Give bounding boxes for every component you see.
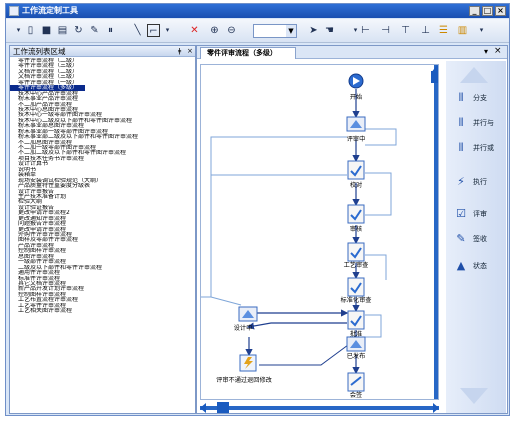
review-icon: ☑: [456, 207, 466, 220]
audit-node[interactable]: [347, 204, 365, 224]
scrollbar-track: [200, 402, 439, 413]
pencil-icon[interactable]: ✎: [88, 24, 101, 37]
tool-button-review[interactable]: ☑ 评审: [450, 204, 502, 224]
node-label: 审核: [349, 226, 363, 233]
window-title: 工作流定制工具: [22, 6, 78, 15]
design-node[interactable]: [238, 306, 258, 322]
node-label: 设计中: [233, 325, 253, 332]
delete-icon[interactable]: ✕: [188, 24, 201, 37]
workflow-list-item[interactable]: 工艺相关图评审流程: [10, 308, 195, 313]
tool-button-execute[interactable]: ⚡ 执行: [450, 172, 502, 192]
node-label: 批准: [349, 331, 363, 338]
process-review-node[interactable]: [347, 242, 365, 262]
zoom-in-icon[interactable]: ⊕: [208, 24, 221, 37]
check-node[interactable]: [347, 160, 365, 180]
tool-button-label: 分支: [473, 94, 487, 102]
close-button[interactable]: ×: [495, 6, 506, 16]
tab-close-icon[interactable]: ×: [494, 46, 502, 56]
align-left-icon[interactable]: ⊢: [359, 24, 372, 37]
tab-bar: 零件评审流程（多级） ▾ ×: [197, 46, 507, 59]
tool-button-sign[interactable]: ✎ 签收: [450, 229, 502, 249]
node-label: 评审中: [346, 136, 366, 143]
tool-button-label: 执行: [473, 178, 487, 186]
node-label: 工艺审查: [343, 262, 369, 269]
app-window: 工作流定制工具 _ □ × ▾ ▯ ■ ▤ ↻ ✎ ⏸ ╲ ⌐ ▾ ✕ ⊕ ⊖ …: [5, 3, 510, 416]
app-icon: [9, 6, 19, 16]
maximize-button[interactable]: □: [482, 6, 493, 16]
align-bottom-icon[interactable]: ⊥: [419, 24, 432, 37]
connector-dropdown-icon[interactable]: ▾: [161, 24, 174, 37]
review-node[interactable]: [346, 116, 366, 132]
sign-icon: ✎: [456, 232, 466, 245]
align-top-icon[interactable]: ⊤: [399, 24, 412, 37]
workflow-list: 零件评审流程（二级） 零件评审流程（三级） 文档评审流程（二级） 文档评审流程（三级）…: [10, 58, 195, 414]
tool-button-label: 并行与: [473, 119, 494, 127]
zoom-select[interactable]: ▼: [253, 24, 297, 38]
distribute-icon[interactable]: ☰: [437, 24, 450, 37]
tab-label: 零件评审流程（多级）: [207, 49, 277, 57]
align-right-icon[interactable]: ⊣: [379, 24, 392, 37]
refresh-icon[interactable]: ↻: [72, 24, 85, 37]
tool-button-parallel-or[interactable]: ⫴ 并行或: [450, 138, 502, 158]
tool-button-label: 签收: [473, 235, 487, 243]
countersign-node[interactable]: [347, 372, 365, 392]
parallel-or-icon: ⫴: [458, 141, 464, 154]
node-label: 会签: [349, 392, 363, 399]
standard-review-node[interactable]: [347, 277, 365, 297]
execute-icon: ⚡: [457, 175, 465, 188]
new-file-icon[interactable]: ▯: [24, 24, 37, 37]
line-tool-icon[interactable]: ╲: [131, 24, 144, 37]
panel-header: 工作流列表区域 ǂ ×: [10, 46, 195, 57]
tool-button-status[interactable]: ▲ 状态: [450, 256, 502, 276]
released-node[interactable]: [346, 336, 366, 352]
designer-panel: 零件评审流程（多级） ▾ × 开始 评审中 校对 审核 工艺审查 标准化审查 批…: [196, 45, 508, 414]
branch-icon: ⫴: [458, 91, 464, 104]
tool-button-parallel-and[interactable]: ⫴ 并行与: [450, 113, 502, 133]
pin-icon[interactable]: ǂ: [178, 46, 181, 57]
parallel-and-icon: ⫴: [458, 116, 464, 129]
toolbar: ▾ ▯ ■ ▤ ↻ ✎ ⏸ ╲ ⌐ ▾ ✕ ⊕ ⊖ ▼ ➤ ☚ ▾ ⊢ ⊣ ⊤ …: [6, 19, 509, 43]
pointer-icon[interactable]: ➤: [307, 24, 320, 37]
panel-title: 工作流列表区域: [13, 47, 66, 56]
node-label: 校对: [349, 182, 363, 189]
node-label: 开始: [349, 94, 363, 101]
tab-workflow[interactable]: 零件评审流程（多级）: [200, 47, 296, 59]
node-label: 评审不通过退回修改: [216, 377, 272, 384]
palette-scroll-up-icon[interactable]: [460, 67, 488, 83]
palette-scroll-down-icon[interactable]: [460, 388, 488, 404]
approve-node[interactable]: [347, 310, 365, 330]
tool-button-label: 状态: [473, 262, 487, 270]
horizontal-scrollbar[interactable]: [200, 402, 439, 413]
panel-close-icon[interactable]: ×: [187, 46, 193, 57]
status-icon: ▲: [456, 259, 466, 272]
zoom-out-icon[interactable]: ⊖: [225, 24, 238, 37]
tool-palette: ⫴ 分支 ⫴ 并行与 ⫴ 并行或 ⚡ 执行 ☑ 评审 ✎ 签收 ▲ 状态: [446, 61, 506, 413]
pause-icon[interactable]: ⏸: [104, 24, 117, 37]
open-folder-icon[interactable]: ▤: [56, 24, 69, 37]
minimize-button[interactable]: _: [469, 6, 480, 16]
size-icon[interactable]: ▥: [456, 24, 469, 37]
workflow-list-panel: 工作流列表区域 ǂ × 零件评审流程（二级） 零件评审流程（三级） 文档评审流程（二…: [9, 45, 196, 414]
start-node[interactable]: [348, 73, 364, 89]
save-icon[interactable]: ■: [40, 24, 53, 37]
toolbar-more-icon[interactable]: ▾: [475, 24, 488, 37]
title-bar: 工作流定制工具 _ □ ×: [6, 4, 509, 18]
tool-button-branch[interactable]: ⫴ 分支: [450, 88, 502, 108]
connector-tool-icon[interactable]: ⌐: [147, 24, 160, 37]
node-label: 已发布: [346, 353, 366, 360]
workflow-canvas[interactable]: 开始评审中校对审核工艺审查标准化审查批准 设计中评审不通过退回修改 已发布会签: [200, 64, 439, 400]
hand-icon[interactable]: ☚: [323, 24, 336, 37]
tool-button-label: 评审: [473, 210, 487, 218]
chevron-down-icon[interactable]: ▼: [286, 25, 296, 37]
tool-button-label: 并行或: [473, 144, 494, 152]
reject-node[interactable]: [239, 354, 257, 372]
tab-menu-icon[interactable]: ▾: [484, 47, 488, 56]
node-label: 标准化审查: [340, 297, 372, 304]
